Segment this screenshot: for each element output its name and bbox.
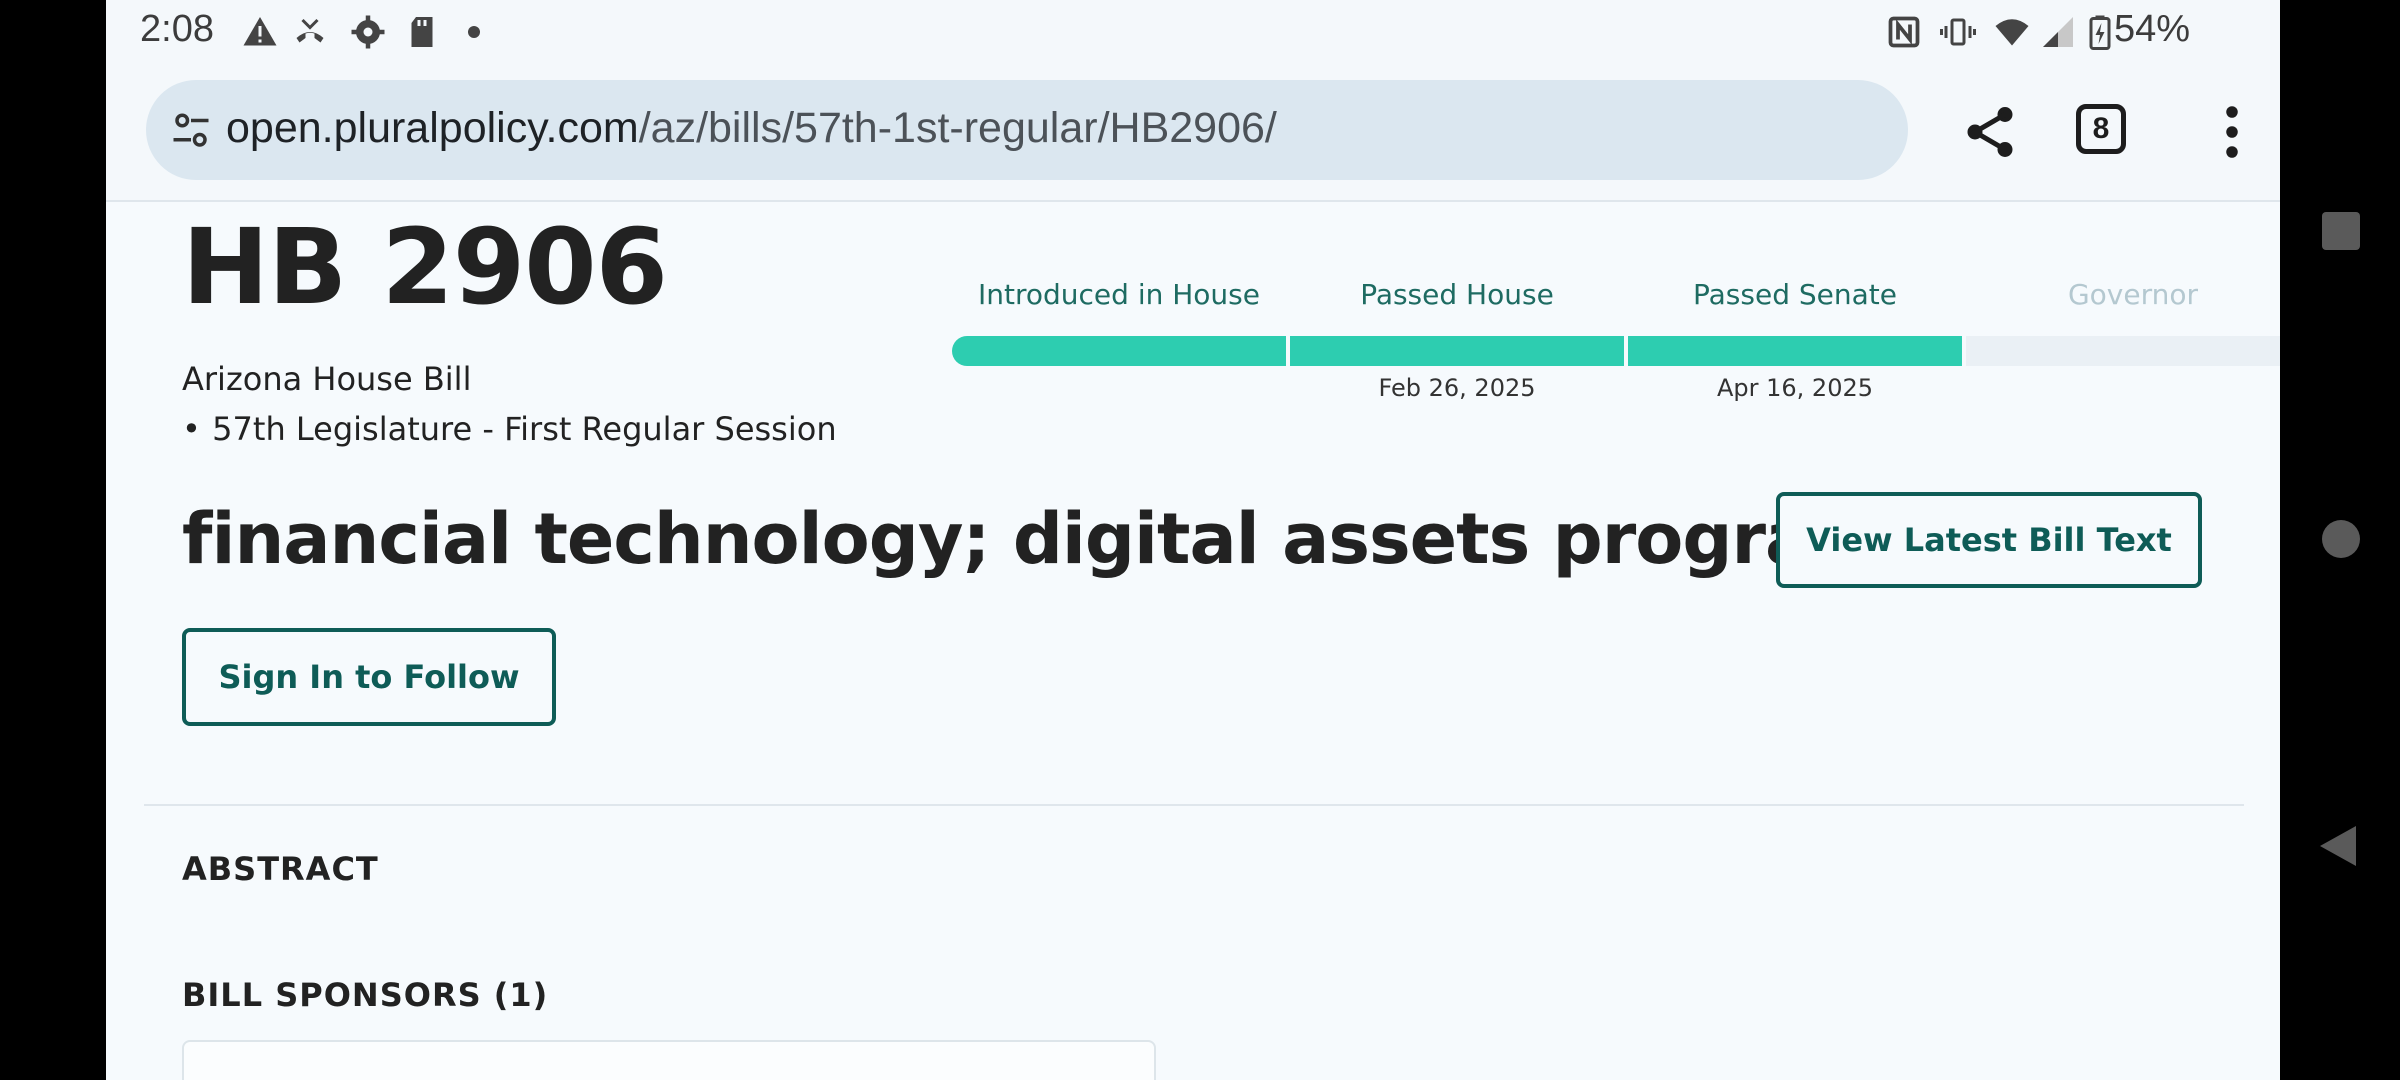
- home-button[interactable]: [2322, 520, 2360, 558]
- share-icon[interactable]: [1960, 102, 2020, 162]
- battery-icon: [2089, 15, 2111, 50]
- page-content: HB 2906 Arizona House Bill • 57th Legisl…: [144, 202, 2280, 1080]
- bill-identifier: HB 2906: [182, 206, 668, 328]
- progress-step-label: Introduced in House: [978, 278, 1260, 311]
- bill-chamber: Arizona House Bill: [182, 360, 472, 398]
- section-divider: [144, 804, 2244, 806]
- browser-toolbar: open.pluralpolicy.com/az/bills/57th-1st-…: [106, 62, 2280, 202]
- bill-sponsors-heading: BILL SPONSORS (1): [182, 976, 549, 1014]
- progress-step-label: Passed Senate: [1693, 278, 1897, 311]
- address-bar[interactable]: open.pluralpolicy.com/az/bills/57th-1st-…: [146, 80, 1908, 180]
- back-button[interactable]: [2320, 826, 2356, 866]
- progress-step-date: Apr 16, 2025: [1716, 374, 1874, 402]
- abstract-heading: ABSTRACT: [182, 850, 379, 888]
- progress-segment: [1628, 336, 1962, 366]
- progress-segment: [952, 336, 1286, 366]
- status-bar: 2:08 54%: [106, 0, 2280, 62]
- sd-card-icon: [411, 17, 433, 47]
- nfc-icon: [1888, 16, 1920, 48]
- view-latest-bill-text-button[interactable]: View Latest Bill Text: [1776, 492, 2202, 588]
- sign-in-to-follow-button[interactable]: Sign In to Follow: [182, 628, 556, 726]
- url-domain: open.pluralpolicy.com: [226, 104, 639, 152]
- recents-button[interactable]: [2322, 212, 2360, 250]
- progress-step-date: Feb 26, 2025: [1378, 374, 1536, 402]
- status-time: 2:08: [140, 8, 214, 50]
- settings-icon: [351, 15, 385, 49]
- signal-icon: [2043, 17, 2073, 47]
- progress-step-label: Passed House: [1360, 278, 1554, 311]
- url-path: /az/bills/57th-1st-regular/HB2906/: [638, 104, 1277, 152]
- wifi-icon: [1995, 19, 2029, 46]
- vibrate-icon: [1940, 18, 1976, 46]
- progress-segment: [1290, 336, 1624, 366]
- warning-icon: [243, 17, 277, 46]
- bill-session-text: 57th Legislature - First Regular Session: [212, 410, 837, 448]
- site-settings-icon[interactable]: [170, 110, 212, 152]
- sponsor-card[interactable]: [182, 1040, 1156, 1080]
- bill-session: • 57th Legislature - First Regular Sessi…: [182, 410, 837, 448]
- dot-icon: [468, 26, 480, 38]
- phone-screen: 2:08 54% open.pluralpolicy.com/az/bills/…: [106, 0, 2280, 1080]
- system-navigation-bar: [2280, 0, 2400, 1080]
- missed-call-icon: [296, 18, 324, 43]
- progress-step-label: Governor: [2067, 278, 2199, 311]
- battery-percent: 54%: [2114, 8, 2191, 50]
- tab-switcher-icon[interactable]: 8: [2076, 104, 2126, 154]
- bill-title: financial technology; digital assets pro…: [182, 498, 1884, 580]
- more-menu-icon[interactable]: [2202, 102, 2262, 162]
- url-text: open.pluralpolicy.com/az/bills/57th-1st-…: [226, 104, 1277, 153]
- progress-segment: [1966, 336, 2280, 366]
